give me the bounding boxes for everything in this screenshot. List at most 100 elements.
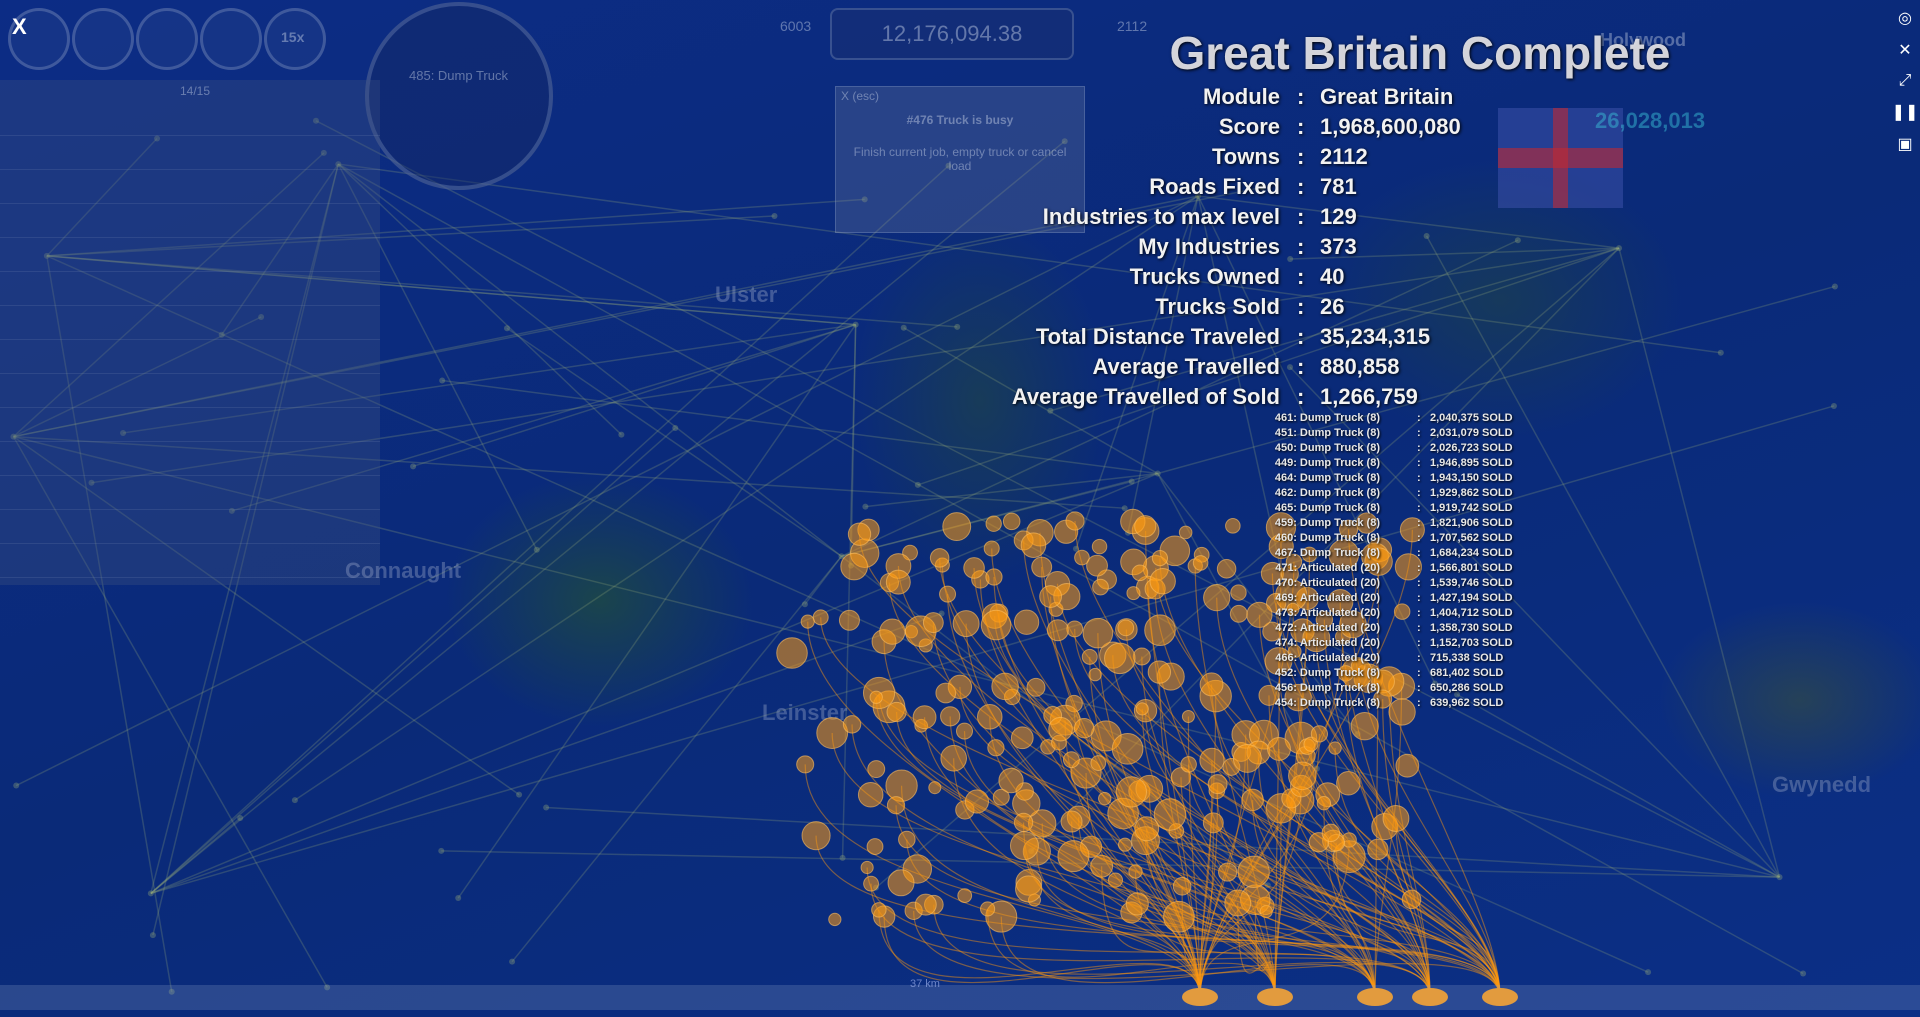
sold-truck-name: 474: Articulated (20) (1275, 637, 1380, 649)
delivery-bubble (952, 610, 980, 638)
delivery-bubble (1131, 564, 1149, 582)
save-icon[interactable]: ▣ (1897, 134, 1912, 154)
sold-truck-row: 467: Dump Truck (8):1,684,234 SOLD (1180, 547, 1680, 562)
delivery-bubble (847, 522, 872, 546)
sold-truck-distance: 1,929,862 SOLD (1430, 487, 1513, 499)
sold-truck-separator: : (1417, 532, 1421, 544)
stat-separator: : (1297, 234, 1305, 259)
stat-separator: : (1297, 354, 1305, 379)
stat-separator: : (1297, 144, 1305, 169)
delivery-bubble (929, 548, 950, 568)
delivery-bubble (1046, 619, 1069, 642)
stat-row: Trucks Owned:40 (1000, 264, 1700, 294)
map-scale: 37 km (910, 978, 940, 990)
sold-truck-row: 474: Articulated (20):1,152,703 SOLD (1180, 637, 1680, 652)
delivery-bubble (1073, 717, 1095, 739)
delivery-bubble (1151, 550, 1169, 567)
sold-truck-separator: : (1417, 637, 1421, 649)
close-icon[interactable]: ✕ (1898, 40, 1911, 60)
delivery-bubble (840, 552, 869, 581)
delivery-bubble (1310, 725, 1329, 743)
stat-value: 26 (1320, 294, 1345, 319)
sold-truck-distance: 1,946,895 SOLD (1430, 457, 1513, 469)
sold-truck-distance: 681,402 SOLD (1430, 667, 1504, 679)
delivery-bubble (886, 701, 907, 723)
delivery-bubble (1092, 578, 1109, 596)
sold-truck-row: 452: Dump Truck (8):681,402 SOLD (1180, 667, 1680, 682)
delivery-bubble (940, 744, 967, 772)
fullscreen-icon[interactable]: ⤢ (1899, 72, 1912, 90)
delivery-bubble (885, 569, 911, 595)
sold-truck-separator: : (1417, 472, 1421, 484)
sold-truck-distance: 2,031,079 SOLD (1430, 427, 1513, 439)
stat-row: Trucks Sold:26 (1000, 294, 1700, 324)
sold-truck-name: 454: Dump Truck (8) (1274, 697, 1380, 709)
delivery-bubble (914, 893, 937, 916)
delivery-bubble (922, 612, 944, 634)
sold-truck-name: 462: Dump Truck (8) (1274, 487, 1380, 499)
delivery-bubble (1132, 647, 1151, 666)
sold-truck-distance: 1,943,150 SOLD (1430, 472, 1513, 484)
sold-truck-separator: : (1417, 427, 1421, 439)
sold-truck-row: 460: Dump Truck (8):1,707,562 SOLD (1180, 532, 1680, 547)
sold-truck-distance: 2,026,723 SOLD (1430, 442, 1513, 454)
stat-separator: : (1297, 324, 1305, 349)
stat-row: Average Travelled:880,858 (1000, 354, 1700, 384)
delivery-bubble (838, 609, 860, 631)
sold-truck-name: 464: Dump Truck (8) (1274, 472, 1380, 484)
sold-truck-distance: 639,962 SOLD (1430, 697, 1504, 709)
stat-row: Module: Great Britain (1000, 84, 1700, 114)
sold-truck-name: 467: Dump Truck (8) (1274, 547, 1380, 559)
delivery-bubble (863, 875, 879, 892)
delivery-bubble (1015, 875, 1043, 903)
pause-icon[interactable]: ❚❚ (1892, 102, 1919, 122)
sold-truck-name: 466: Articulated (20) (1275, 652, 1380, 664)
stat-separator: : (1297, 84, 1305, 109)
stat-separator: : (1297, 204, 1305, 229)
stat-separator: : (1297, 294, 1305, 319)
stat-row: Average Travelled of Sold:1,266,759 (1000, 384, 1700, 414)
sold-truck-separator: : (1417, 517, 1421, 529)
delivery-bubble (866, 838, 884, 856)
delivery-bubble (1218, 862, 1238, 882)
delivery-bubble (860, 860, 874, 875)
sold-truck-distance: 650,286 SOLD (1430, 682, 1504, 694)
sold-truck-separator: : (1417, 652, 1421, 664)
sold-truck-row: 449: Dump Truck (8):1,946,895 SOLD (1180, 457, 1680, 472)
sold-truck-name: 461: Dump Truck (8) (1274, 412, 1380, 424)
delivery-bubble (1232, 743, 1262, 773)
sold-truck-row: 461: Dump Truck (8):2,040,375 SOLD (1180, 412, 1680, 427)
sold-truck-separator: : (1417, 667, 1421, 679)
sold-truck-separator: : (1417, 622, 1421, 634)
globe-icon[interactable]: ◎ (1898, 8, 1912, 28)
sold-truck-distance: 715,338 SOLD (1430, 652, 1504, 664)
stat-separator: : (1297, 384, 1305, 409)
sold-truck-name: 450: Dump Truck (8) (1274, 442, 1380, 454)
sold-truck-name: 472: Articulated (20) (1275, 622, 1380, 634)
delivery-bubble (940, 706, 961, 727)
sold-truck-separator: : (1417, 592, 1421, 604)
delivery-bubble (1180, 756, 1197, 773)
delivery-bubble (828, 912, 842, 927)
delivery-bubble (991, 672, 1019, 701)
stat-label: Module (1203, 84, 1280, 109)
stat-value: 1,266,759 (1320, 384, 1418, 409)
delivery-bubble (1125, 892, 1149, 916)
stat-label: Score (1218, 114, 1280, 139)
stat-row: Towns:2112 (1000, 144, 1700, 174)
sold-truck-name: 456: Dump Truck (8) (1274, 682, 1380, 694)
sold-truck-row: 473: Articulated (20):1,404,712 SOLD (1180, 607, 1680, 622)
sold-truck-separator: : (1417, 562, 1421, 574)
stat-value: 373 (1320, 234, 1357, 259)
delivery-bubble (1086, 554, 1108, 577)
stat-value: 781 (1320, 174, 1357, 199)
stat-value: 880,858 (1320, 354, 1400, 379)
sold-truck-separator: : (1417, 442, 1421, 454)
sold-truck-distance: 2,040,375 SOLD (1430, 412, 1513, 424)
sold-truck-row: 454: Dump Truck (8):639,962 SOLD (1180, 697, 1680, 712)
stat-label: Towns (1211, 144, 1280, 169)
close-summary-button[interactable]: X (12, 14, 27, 40)
delivery-bubble (1104, 642, 1136, 675)
sold-truck-name: 470: Articulated (20) (1275, 577, 1380, 589)
delivery-bubble (980, 609, 1012, 641)
